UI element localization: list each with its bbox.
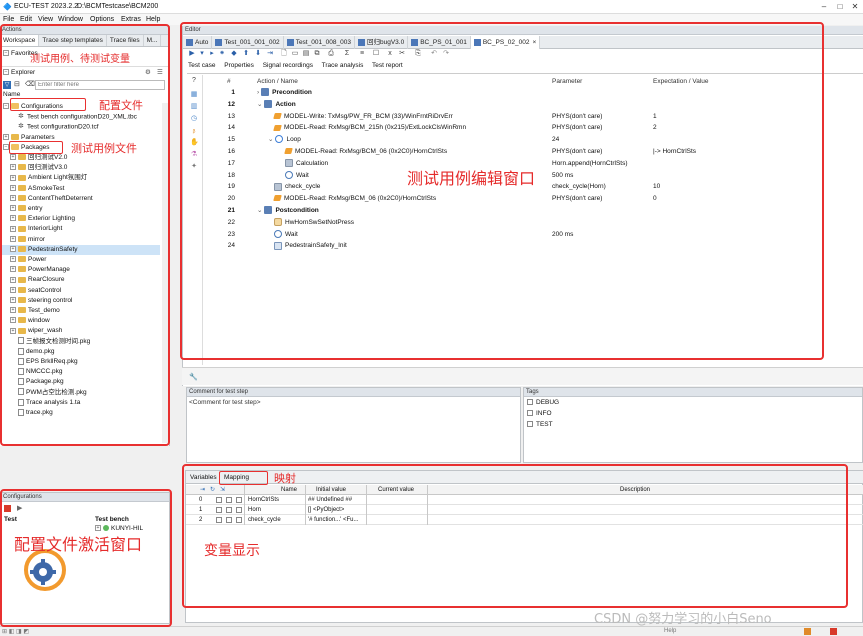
tag-label: DEBUG [536, 399, 560, 406]
annotation-box-packages [9, 141, 63, 154]
status-bar: ⊞ ◧ ◨ ◩ Help [0, 626, 863, 636]
maximize-button[interactable]: □ [834, 2, 846, 12]
annotation-mapping: 映射 [274, 472, 296, 485]
tags-header: Tags [524, 388, 862, 397]
menu-window[interactable]: Window [58, 16, 83, 23]
editor-bottom-bar: 🔧 [182, 367, 863, 385]
checkbox[interactable] [527, 399, 533, 406]
comment-textarea[interactable]: <Comment for test step> [189, 399, 261, 406]
status-warning-icon[interactable] [804, 628, 811, 635]
annotation-config-activate: 配置文件激活窗口 [14, 535, 143, 554]
menu-edit[interactable]: Edit [20, 16, 32, 23]
menu-help[interactable]: Help [146, 16, 160, 23]
menu-view[interactable]: View [38, 16, 53, 23]
annotation-box-editor [180, 22, 824, 360]
status-left-icons: ⊞ ◧ ◨ ◩ [2, 629, 30, 635]
watermark: CSDN @努力学习的小白Seno [594, 612, 772, 627]
annotation-box-config [0, 489, 172, 627]
tag-label: TEST [536, 421, 553, 428]
comment-header: Comment for test step [187, 388, 520, 397]
annotation-box-mapping [219, 471, 268, 485]
checkbox[interactable] [527, 421, 533, 428]
annotation-var-display: 变量显示 [204, 543, 260, 559]
checkbox[interactable] [527, 410, 533, 417]
minimize-button[interactable]: – [818, 2, 830, 12]
window-title: ECU-TEST 2023.2.2 [14, 3, 79, 10]
annotation-config-file: 配置文件 [99, 99, 143, 112]
tag-debug[interactable]: DEBUG [527, 398, 559, 408]
menu-file[interactable]: File [3, 16, 14, 23]
close-button[interactable]: ✕ [849, 2, 861, 12]
comment-pane: Comment for test step <Comment for test … [186, 387, 521, 463]
window-path: D:\BCMTestcase\BCM200 [77, 3, 159, 10]
tags-pane: Tags DEBUG INFO TEST [523, 387, 863, 463]
status-help[interactable]: Help [664, 628, 676, 634]
menu-options[interactable]: Options [90, 16, 114, 23]
annotation-testcase-file: 测试用例文件 [71, 142, 137, 155]
status-stop-icon[interactable] [830, 628, 837, 635]
wrench-icon[interactable]: 🔧 [189, 373, 198, 381]
annotation-box-left [0, 24, 170, 446]
tag-label: INFO [536, 410, 552, 417]
annotation-editor-window: 测试用例编辑窗口 [407, 169, 536, 188]
title-bar: 🔷 ECU-TEST 2023.2.2 D:\BCMTestcase\BCM20… [0, 0, 863, 14]
menu-extras[interactable]: Extras [121, 16, 141, 23]
app-icon: 🔷 [3, 4, 12, 11]
annotation-box-configurations [10, 98, 86, 111]
annotation-testcase-pending: 测试用例、待测试变量 [30, 54, 130, 65]
tag-test[interactable]: TEST [527, 420, 553, 430]
tag-info[interactable]: INFO [527, 409, 552, 419]
